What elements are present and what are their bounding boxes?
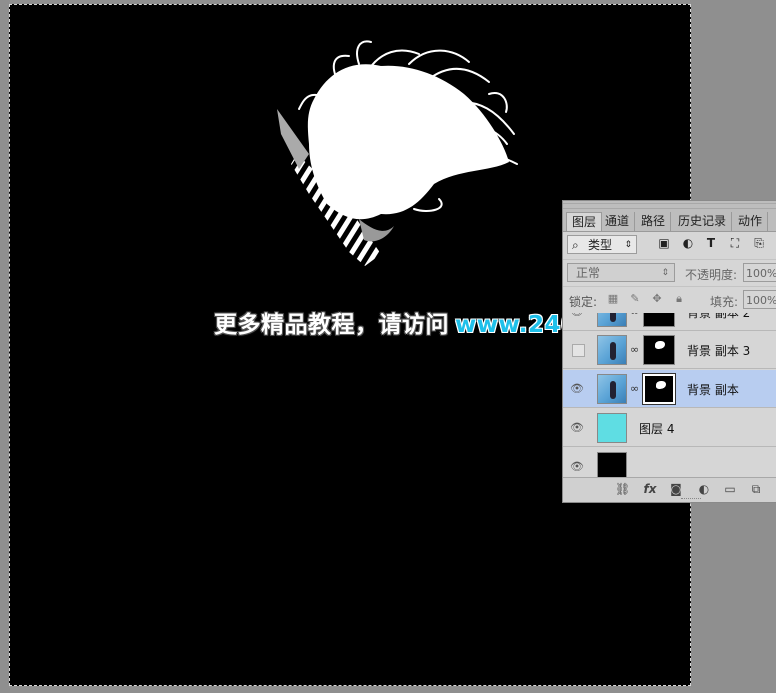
- fill-label: 填充:: [710, 295, 739, 309]
- blend-row: 正常 ⇕ 不透明度: 100%: [563, 259, 776, 287]
- layer-name[interactable]: 图层 4: [639, 420, 674, 437]
- adjustment-filter-icon[interactable]: ◐: [681, 236, 695, 250]
- filter-kind-select[interactable]: ⌕ 类型 ⇕: [567, 235, 637, 254]
- smart-object-filter-icon[interactable]: ⎘: [752, 236, 766, 250]
- layer-thumbnail: [597, 335, 627, 365]
- watermark-text: 更多精品教程，请访问: [214, 312, 449, 338]
- layer-thumbnail: [597, 452, 627, 477]
- eye-icon[interactable]: 👁︎: [569, 382, 585, 396]
- add-mask-icon[interactable]: ◙: [669, 482, 683, 496]
- layer-name[interactable]: 背景 副本: [687, 381, 739, 398]
- search-icon: ⌕: [572, 238, 579, 252]
- panel-footer: ⛓ fx ◙ ◐ ▭ ⧉: [563, 477, 776, 502]
- new-layer-icon[interactable]: ⧉: [749, 482, 763, 496]
- resize-grip[interactable]: [681, 498, 701, 501]
- layer-thumbnail: [597, 374, 627, 404]
- blend-mode-label: 正常: [576, 266, 601, 280]
- eye-icon[interactable]: 👁︎: [569, 421, 585, 435]
- layer-thumbnail: [597, 313, 627, 327]
- layer-row[interactable]: ∞ 背景 副本 3: [563, 331, 776, 369]
- chevron-updown-icon: ⇕: [624, 240, 632, 250]
- adjustment-layer-icon[interactable]: ◐: [697, 482, 711, 496]
- fill-field[interactable]: 100%: [743, 290, 776, 309]
- panel-tab-bar: 图层 通道 路径 历史记录 动作: [563, 201, 776, 232]
- layer-list: 👁︎ ∞ 背景 副本 2 ∞ 背景 副本 3 👁︎ ∞ 背景 副本 👁︎ 图层 …: [563, 313, 776, 477]
- lock-row: 锁定: ▦ ✎ ✥ 🔒︎ 填充: 100%: [563, 286, 776, 314]
- link-icon[interactable]: ∞: [630, 382, 639, 395]
- filter-kind-label: 类型: [588, 238, 613, 252]
- shape-filter-icon[interactable]: ⛶: [728, 236, 742, 250]
- link-layers-icon[interactable]: ⛓: [615, 482, 630, 496]
- layers-panel: 图层 通道 路径 历史记录 动作 ⌕ 类型 ⇕ ▣ ◐ T ⛶ ⎘ 正常 ⇕ 不…: [562, 200, 776, 503]
- opacity-label: 不透明度:: [685, 268, 738, 282]
- layer-name[interactable]: 背景 副本 3: [687, 342, 750, 359]
- layer-thumbnail: [597, 413, 627, 443]
- opacity-field[interactable]: 100%: [743, 263, 776, 282]
- link-icon[interactable]: ∞: [630, 343, 639, 356]
- layer-mask-thumbnail[interactable]: [643, 313, 675, 327]
- layer-row[interactable]: 👁︎ ∞ 背景 副本 2: [563, 313, 776, 331]
- fx-icon[interactable]: fx: [643, 482, 657, 496]
- layer-mask-thumbnail[interactable]: [643, 335, 675, 365]
- visibility-toggle[interactable]: [572, 344, 585, 357]
- chevron-updown-icon: ⇕: [661, 268, 669, 278]
- new-group-icon[interactable]: ▭: [723, 482, 737, 496]
- lock-transparency-icon[interactable]: ▦: [607, 293, 619, 305]
- layer-name[interactable]: 背景 副本 2: [687, 313, 750, 321]
- tab-channels[interactable]: 通道: [600, 212, 636, 231]
- tab-paths[interactable]: 路径: [636, 212, 672, 231]
- lock-move-icon[interactable]: ✥: [651, 293, 663, 305]
- lock-brush-icon[interactable]: ✎: [629, 293, 641, 305]
- layer-row[interactable]: 👁︎: [563, 448, 776, 477]
- eye-icon[interactable]: 👁︎: [569, 313, 585, 319]
- panel-grip[interactable]: [563, 203, 776, 209]
- layer-row[interactable]: 👁︎ 图层 4: [563, 409, 776, 447]
- type-filter-icon[interactable]: T: [704, 236, 718, 250]
- blend-mode-select[interactable]: 正常 ⇕: [567, 263, 675, 282]
- image-filter-icon[interactable]: ▣: [657, 236, 671, 250]
- lock-label: 锁定:: [569, 295, 598, 309]
- tab-layers[interactable]: 图层: [566, 212, 603, 231]
- tab-actions[interactable]: 动作: [733, 212, 769, 231]
- layer-row-selected[interactable]: 👁︎ ∞ 背景 副本: [563, 370, 776, 408]
- link-icon[interactable]: ∞: [630, 313, 639, 318]
- tab-history[interactable]: 历史记录: [673, 212, 733, 231]
- lock-all-icon[interactable]: 🔒︎: [673, 293, 685, 305]
- eye-icon[interactable]: 👁︎: [569, 460, 585, 474]
- layer-mask-thumbnail[interactable]: [642, 373, 676, 405]
